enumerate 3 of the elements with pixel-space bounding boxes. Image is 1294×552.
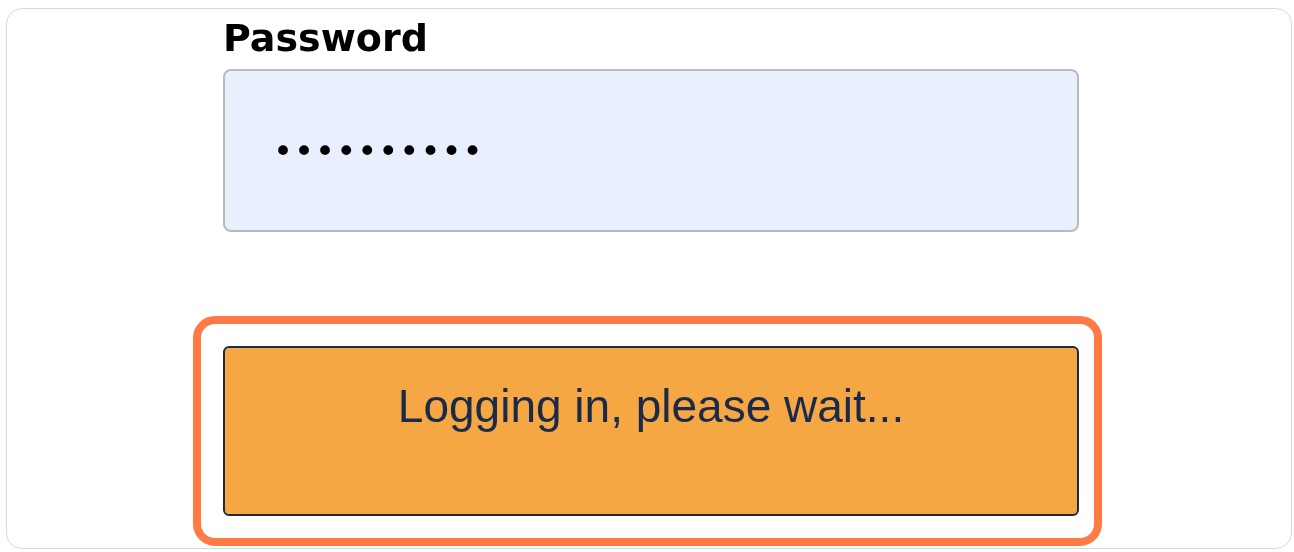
password-field[interactable]: •••••••••• bbox=[223, 69, 1079, 232]
field-label: Password bbox=[223, 19, 429, 57]
login-button[interactable]: Logging in, please wait... bbox=[223, 346, 1079, 516]
